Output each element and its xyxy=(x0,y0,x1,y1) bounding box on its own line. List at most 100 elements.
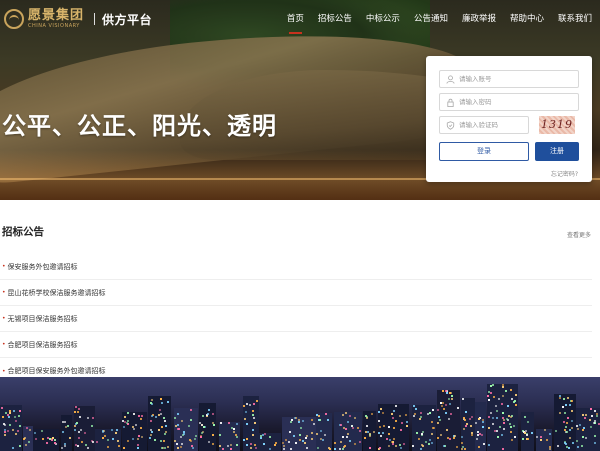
skyline-window xyxy=(345,412,347,414)
skyline-window xyxy=(87,417,89,419)
notice-title[interactable]: 保安服务外包邀请招标 xyxy=(8,262,78,272)
skyline-window xyxy=(456,446,458,448)
nav-contact-us[interactable]: 联系我们 xyxy=(558,0,592,38)
skyline-window xyxy=(15,433,17,435)
skyline-window xyxy=(264,433,266,435)
list-item[interactable]: • 昆山花桥学校保洁服务邀请招标 xyxy=(0,280,592,306)
skyline-window xyxy=(393,410,395,412)
skyline-window xyxy=(151,415,153,417)
skyline-window xyxy=(18,415,20,417)
skyline-window xyxy=(127,412,129,414)
skyline-window xyxy=(511,398,513,400)
captcha-field[interactable] xyxy=(439,116,529,134)
nav-integrity-report[interactable]: 廉政举报 xyxy=(462,0,496,38)
skyline-window xyxy=(579,424,581,426)
skyline-window xyxy=(177,447,179,449)
forgot-password-link[interactable]: 忘记密码? xyxy=(551,169,578,178)
skyline-window xyxy=(87,447,89,449)
skyline-window xyxy=(12,429,14,431)
skyline-window xyxy=(511,439,513,441)
skyline-window xyxy=(577,446,579,448)
skyline-window xyxy=(369,447,371,449)
skyline-window xyxy=(392,443,394,445)
notice-title[interactable]: 昆山花桥学校保洁服务邀请招标 xyxy=(8,288,106,298)
bullet-icon: • xyxy=(2,263,6,270)
skyline-window xyxy=(2,416,4,418)
skyline-window xyxy=(231,427,233,429)
skyline-window xyxy=(54,439,56,441)
skyline-window xyxy=(137,444,139,446)
skyline-window xyxy=(92,417,94,419)
skyline-window xyxy=(419,418,421,420)
list-item[interactable]: • 合肥项目保洁服务招标 xyxy=(0,332,592,358)
skyline-window xyxy=(201,424,203,426)
captcha-input[interactable] xyxy=(459,118,525,132)
account-field[interactable] xyxy=(439,70,579,88)
skyline-window xyxy=(212,422,214,424)
skyline-window xyxy=(19,445,21,447)
skyline-window xyxy=(174,440,176,442)
skyline-window xyxy=(465,425,467,427)
skyline-window xyxy=(524,432,526,434)
skyline-window xyxy=(74,425,76,427)
skyline-window xyxy=(107,446,109,448)
account-input[interactable] xyxy=(459,72,569,86)
list-item[interactable]: • 无锡项目保洁服务招标 xyxy=(0,306,592,332)
skyline-building xyxy=(487,384,518,451)
skyline-window xyxy=(527,421,529,423)
skyline-window xyxy=(9,412,11,414)
skyline-window xyxy=(316,433,318,435)
notice-title[interactable]: 无锡项目保洁服务招标 xyxy=(8,314,78,324)
nav-home[interactable]: 首页 xyxy=(287,0,304,38)
notice-title[interactable]: 合肥项目保安服务外包邀请招标 xyxy=(8,366,106,376)
nav-help-center[interactable]: 帮助中心 xyxy=(510,0,544,38)
skyline-window xyxy=(96,441,98,443)
password-input[interactable] xyxy=(459,95,569,109)
skyline-window xyxy=(509,423,511,425)
skyline-window xyxy=(79,416,81,418)
login-actions: 登录 注册 xyxy=(439,142,579,161)
skyline-window xyxy=(482,426,484,428)
skyline-window xyxy=(24,437,26,439)
logo[interactable]: 愿景集团 CHINA VISIONARY xyxy=(4,9,84,29)
list-item[interactable]: • 保安服务外包邀请招标 xyxy=(0,254,592,280)
skyline-window xyxy=(220,422,222,424)
skyline-window xyxy=(583,427,585,429)
skyline-window xyxy=(366,417,368,419)
skyline-window xyxy=(107,439,109,441)
skyline-window xyxy=(451,398,453,400)
skyline-window xyxy=(236,436,238,438)
notice-title[interactable]: 合肥项目保洁服务招标 xyxy=(8,340,78,350)
captcha-image[interactable]: 1319 xyxy=(539,116,575,134)
skyline-building xyxy=(74,406,95,451)
nav-announcements[interactable]: 公告通知 xyxy=(414,0,448,38)
skyline-window xyxy=(334,442,336,444)
skyline-window xyxy=(585,437,587,439)
skyline-building xyxy=(475,402,486,451)
skyline-window xyxy=(379,447,381,449)
skyline-window xyxy=(290,448,292,450)
skyline-window xyxy=(405,414,407,416)
skyline-window xyxy=(395,445,397,447)
platform-title: 供方平台 xyxy=(102,12,153,27)
skyline-window xyxy=(15,420,17,422)
skyline-window xyxy=(208,409,210,411)
skyline-window xyxy=(135,424,137,426)
skyline-window xyxy=(471,416,473,418)
view-more-link[interactable]: 查看更多 xyxy=(567,230,591,239)
register-button[interactable]: 注册 xyxy=(535,142,579,161)
skyline-window xyxy=(174,417,176,419)
skyline-window xyxy=(13,410,15,412)
skyline-window xyxy=(596,415,598,417)
skyline-window xyxy=(506,418,508,420)
login-button[interactable]: 登录 xyxy=(439,142,529,161)
skyline-building xyxy=(554,394,576,451)
skyline-window xyxy=(228,422,230,424)
skyline-window xyxy=(289,431,291,433)
nav-tender-notices[interactable]: 招标公告 xyxy=(318,0,352,38)
password-field[interactable] xyxy=(439,93,579,111)
nav-award-publicity[interactable]: 中标公示 xyxy=(366,0,400,38)
skyline-window xyxy=(77,411,79,413)
skyline-window xyxy=(311,438,313,440)
skyline-window xyxy=(395,405,397,407)
